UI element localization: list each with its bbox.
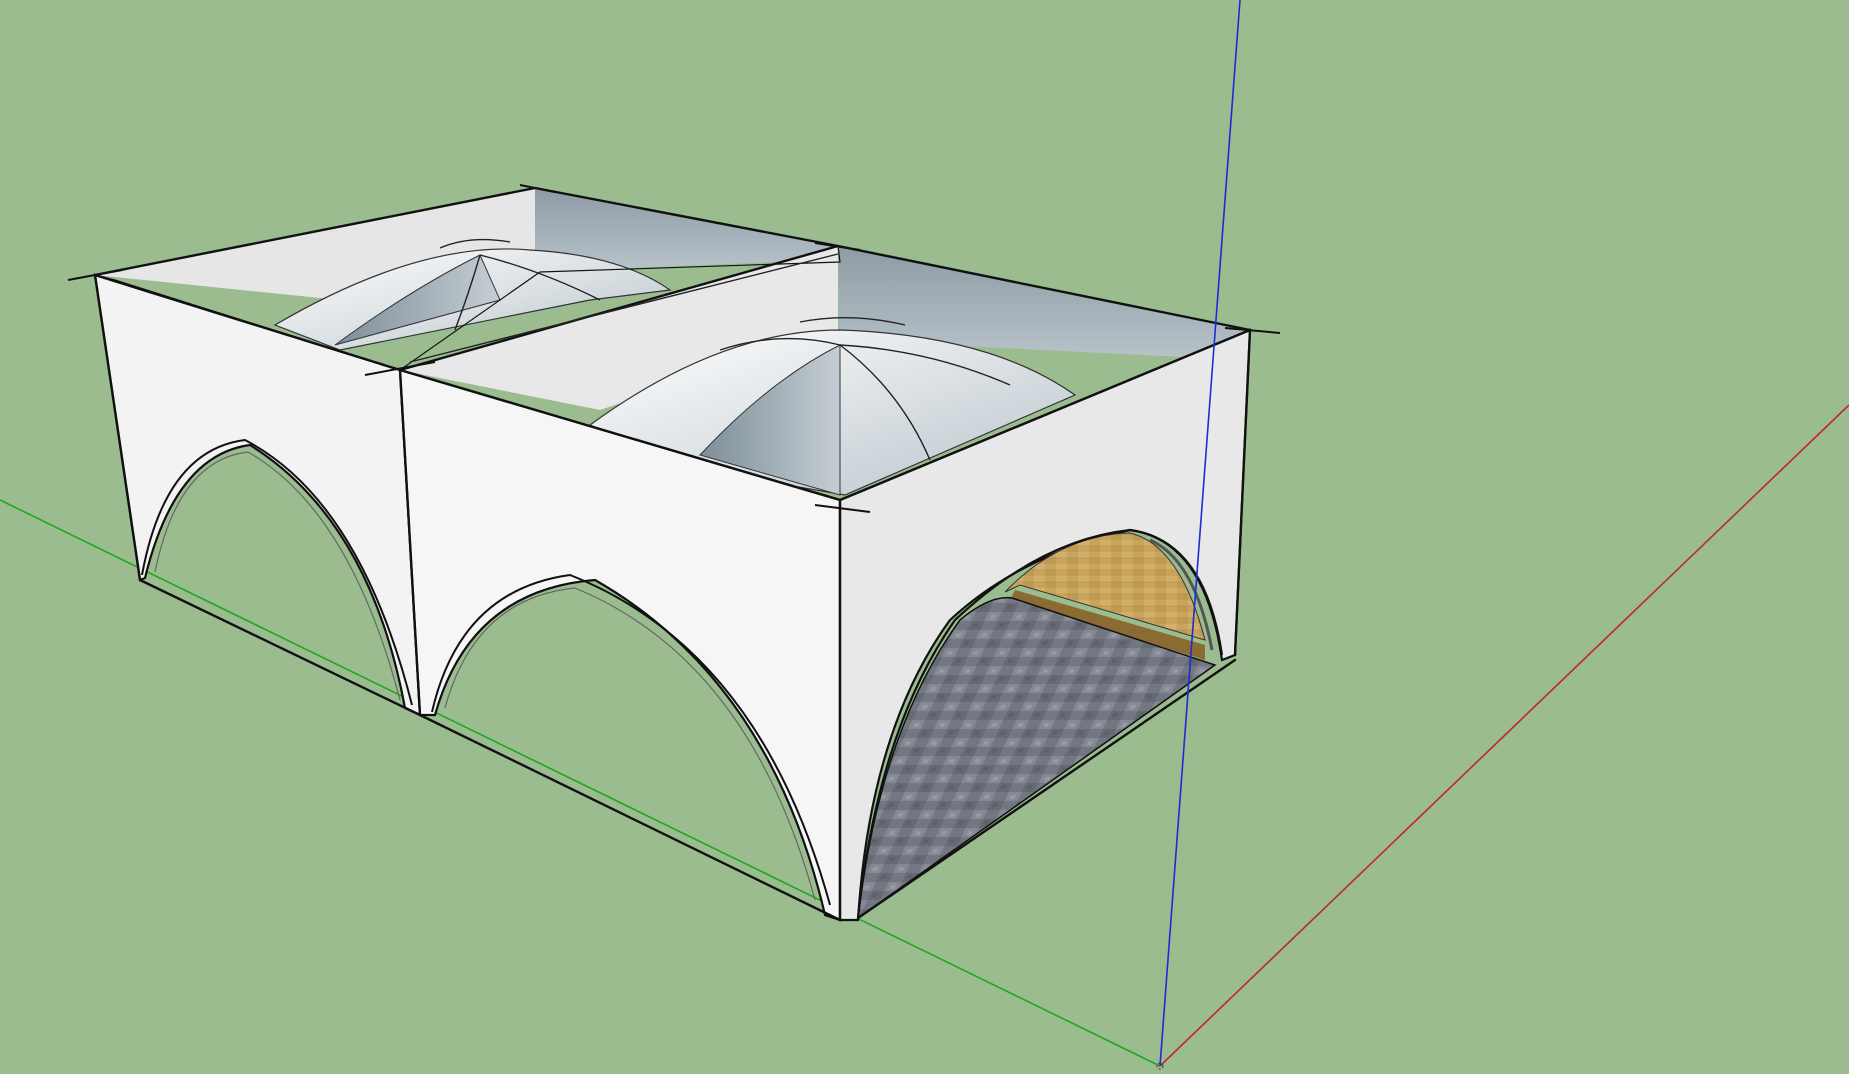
status-strip	[0, 1074, 1849, 1080]
sketchup-3d-viewport[interactable]	[0, 0, 1849, 1080]
model-canvas[interactable]	[0, 0, 1849, 1080]
